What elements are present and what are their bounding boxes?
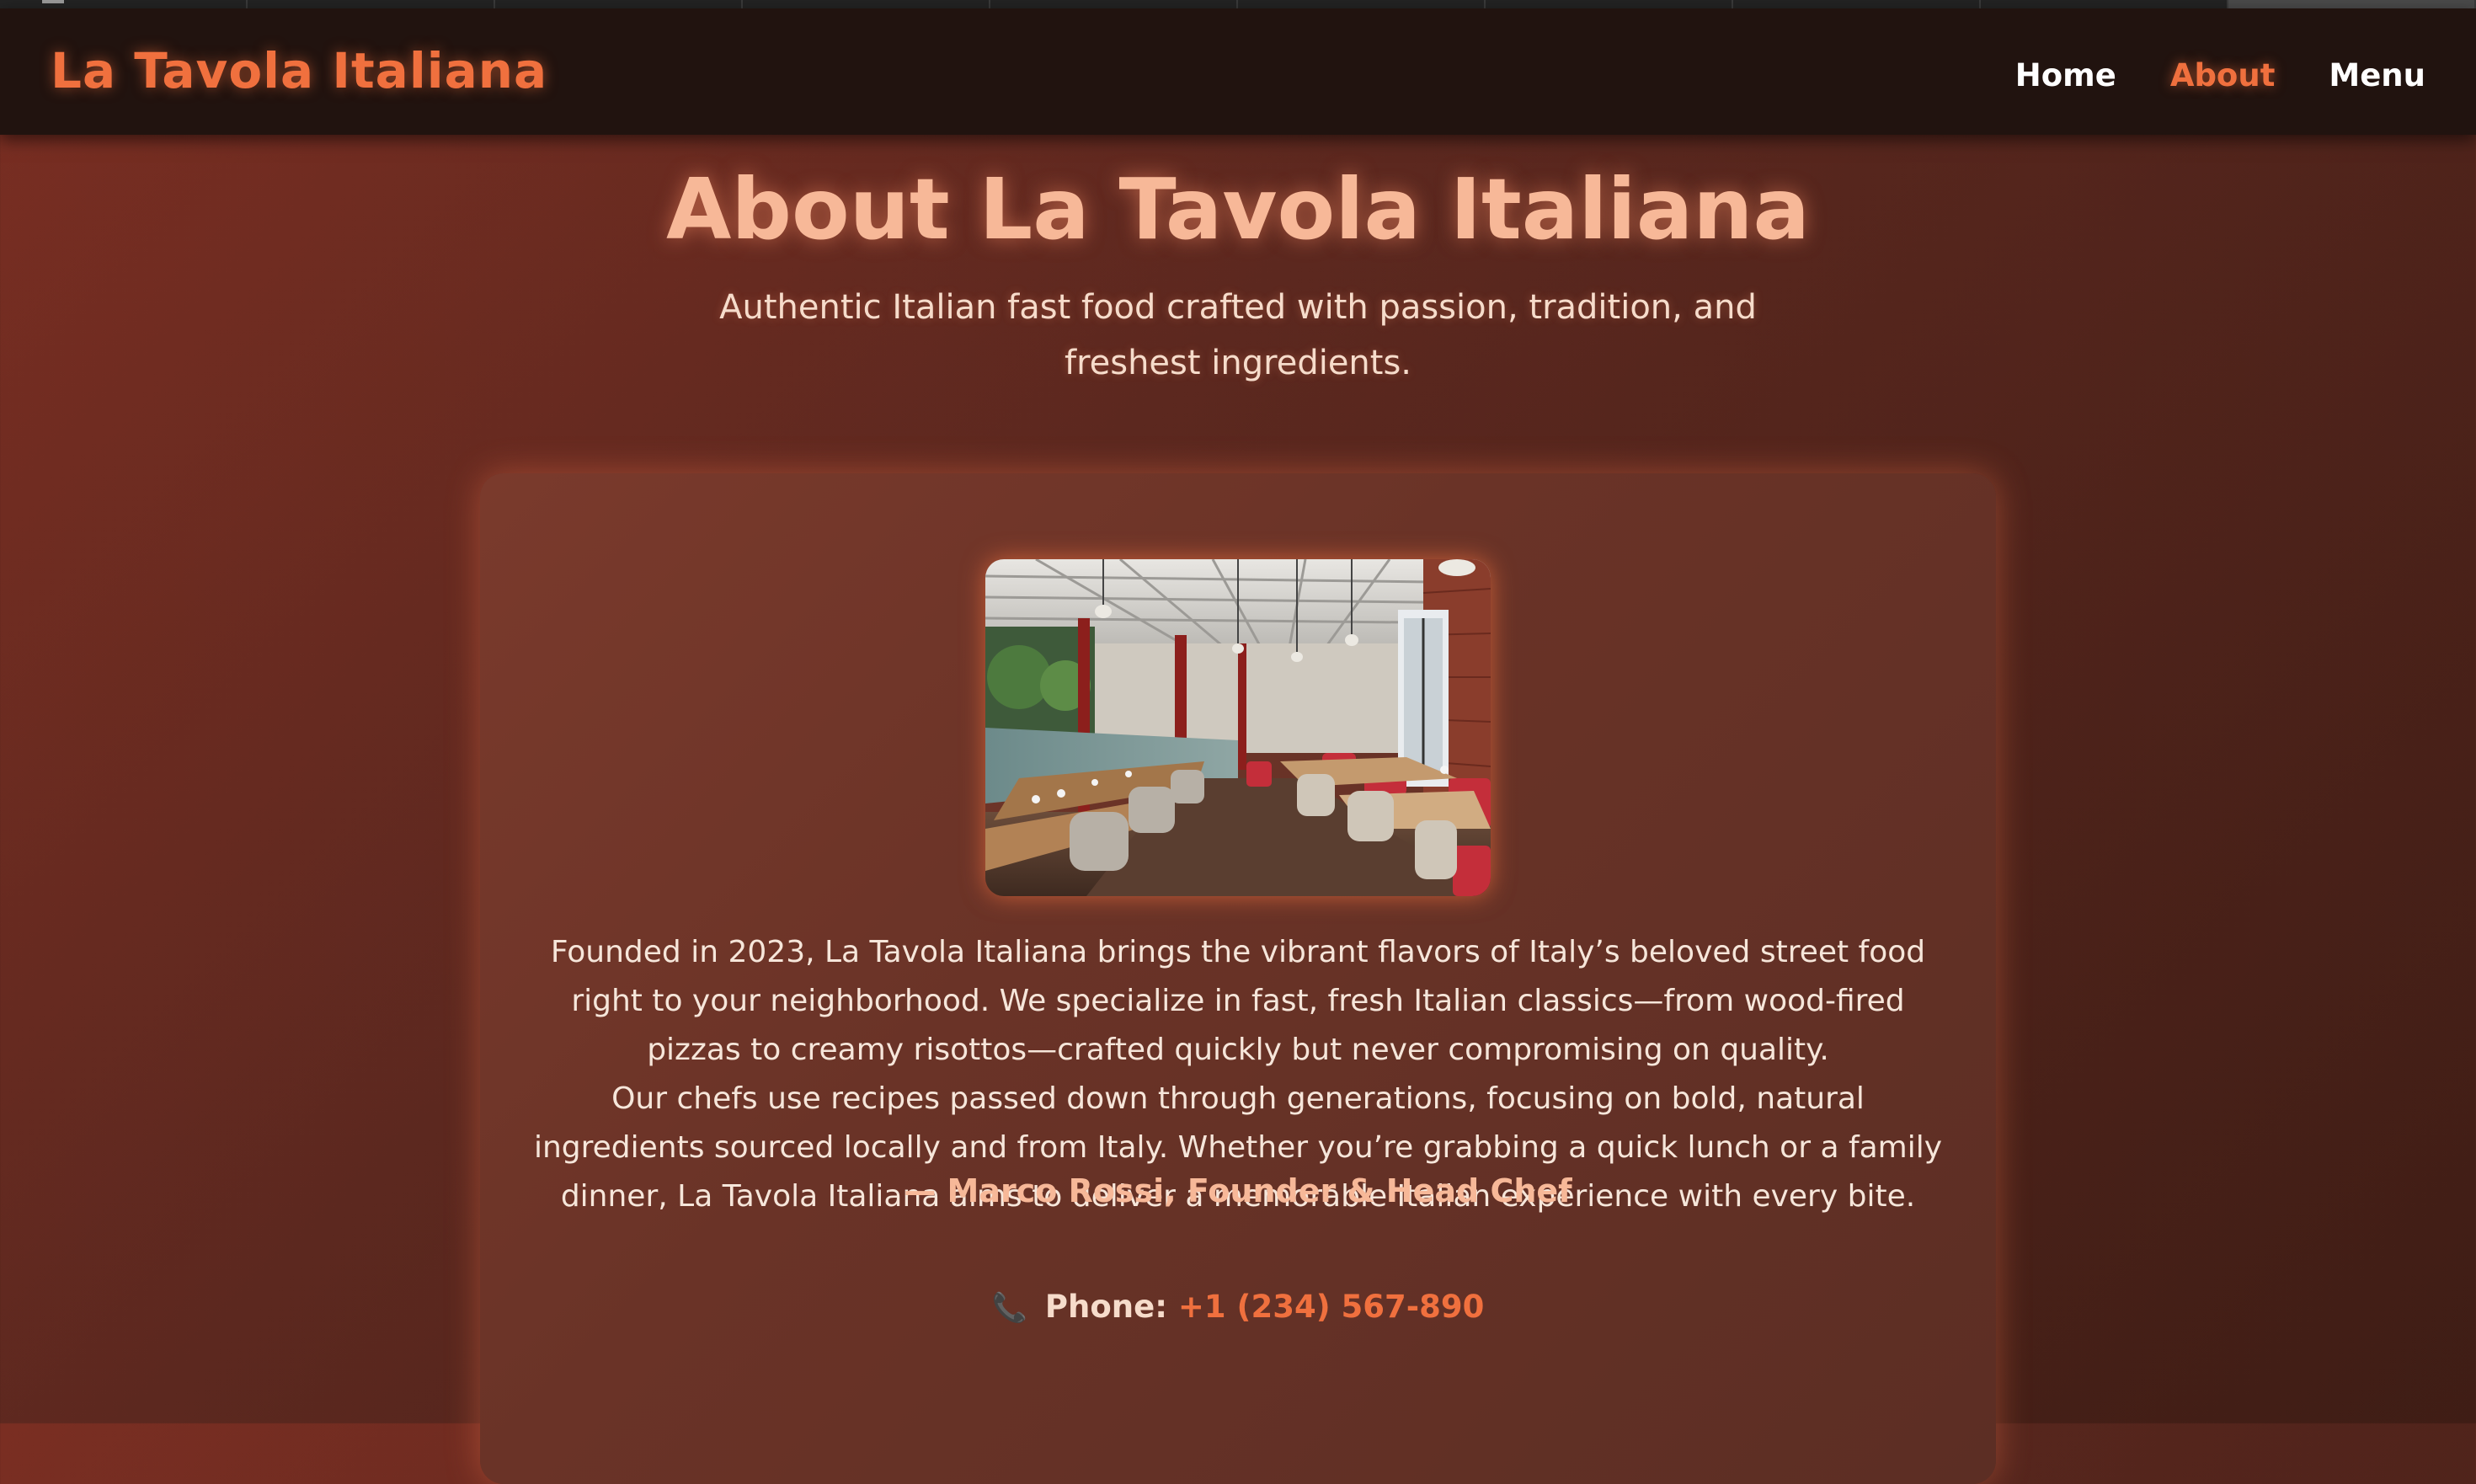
browser-tab[interactable] <box>1486 0 1733 8</box>
browser-tab[interactable] <box>743 0 990 8</box>
contact-line: 📞 Phone: +1 (234) 567-890 <box>480 1289 1996 1325</box>
nav-link-home[interactable]: Home <box>2015 57 2116 93</box>
tab-favicon-icon <box>42 0 64 3</box>
browser-tab[interactable] <box>495 0 743 8</box>
site-header: La Tavola Italiana Home About Menu <box>0 8 2476 135</box>
browser-tab[interactable] <box>1981 0 2228 8</box>
phone-label: Phone: <box>1044 1289 1168 1325</box>
main-nav: Home About Menu <box>2015 57 2425 93</box>
browser-tab-active[interactable] <box>2228 0 2476 8</box>
browser-tab-strip <box>0 0 2476 8</box>
browser-tab[interactable] <box>0 0 248 8</box>
about-paragraph: Founded in 2023, La Tavola Italiana brin… <box>550 935 1926 1067</box>
page-title: About La Tavola Italiana <box>666 160 1810 259</box>
phone-icon: 📞 <box>991 1291 1028 1325</box>
browser-tab[interactable] <box>990 0 1238 8</box>
site-logo[interactable]: La Tavola Italiana <box>51 42 547 99</box>
founder-signature: — Marco Rossi, Founder & Head Chef <box>904 1172 1572 1209</box>
page-subtitle: Authentic Italian fast food crafted with… <box>719 288 1757 382</box>
browser-tab[interactable] <box>1238 0 1486 8</box>
about-card: Founded in 2023, La Tavola Italiana brin… <box>480 473 1996 1484</box>
phone-number-link[interactable]: +1 (234) 567-890 <box>1178 1289 1484 1325</box>
nav-link-about[interactable]: About <box>2170 57 2276 93</box>
restaurant-interior-photo <box>985 559 1491 896</box>
browser-tab[interactable] <box>1733 0 1981 8</box>
browser-tab[interactable] <box>248 0 495 8</box>
nav-link-menu[interactable]: Menu <box>2329 57 2425 93</box>
